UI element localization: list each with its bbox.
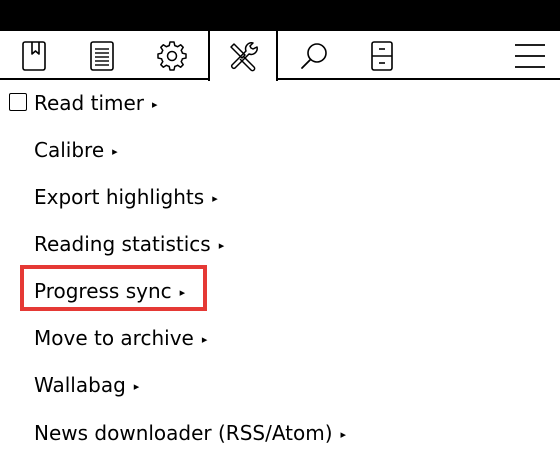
tab-document[interactable] <box>80 31 124 80</box>
tab-settings[interactable] <box>150 31 194 80</box>
document-icon <box>90 40 114 71</box>
menu-item-calibre[interactable]: Calibre ▸ <box>34 130 118 170</box>
tab-tools[interactable] <box>208 31 278 81</box>
menu-item-wallabag[interactable]: Wallabag ▸ <box>34 365 139 405</box>
menu-item-label: Wallabag <box>34 373 126 397</box>
status-bar <box>0 0 560 31</box>
tab-search[interactable] <box>292 31 336 80</box>
gear-icon <box>157 40 187 71</box>
menu-item-read-timer[interactable]: Read timer ▸ <box>34 83 158 123</box>
menu-item-label: Calibre <box>34 138 105 162</box>
tab-filing[interactable] <box>360 31 404 80</box>
menu-item-label: Read timer <box>34 91 145 115</box>
search-icon <box>301 42 327 69</box>
hamburger-menu-icon <box>515 43 545 68</box>
submenu-arrow-icon: ▸ <box>152 97 158 111</box>
menu-item-label: News downloader (RSS/Atom) <box>34 421 333 445</box>
tools-icon <box>230 42 258 72</box>
menu-item-reading-statistics[interactable]: Reading statistics ▸ <box>34 224 224 264</box>
submenu-arrow-icon: ▸ <box>218 238 225 252</box>
submenu-arrow-icon: ▸ <box>133 379 140 393</box>
menu-item-label: Move to archive <box>34 326 194 350</box>
menu-item-label: Export highlights <box>34 185 205 209</box>
submenu-arrow-icon: ▸ <box>340 427 347 441</box>
highlight-box <box>20 265 207 311</box>
menu-item-export-highlights[interactable]: Export highlights ▸ <box>34 177 218 217</box>
menu-item-news-downloader[interactable]: News downloader (RSS/Atom) ▸ <box>34 413 346 453</box>
cabinet-icon <box>371 40 393 71</box>
menu-item-label: Reading statistics <box>34 232 211 256</box>
submenu-arrow-icon: ▸ <box>112 144 118 158</box>
submenu-arrow-icon: ▸ <box>212 191 218 205</box>
tab-main-menu[interactable] <box>508 31 552 80</box>
bookmark-icon <box>22 40 46 71</box>
tab-bookmarks[interactable] <box>12 31 56 80</box>
submenu-arrow-icon: ▸ <box>201 332 208 346</box>
read-timer-checkbox[interactable] <box>9 93 27 111</box>
menu-item-move-to-archive[interactable]: Move to archive ▸ <box>34 318 207 358</box>
